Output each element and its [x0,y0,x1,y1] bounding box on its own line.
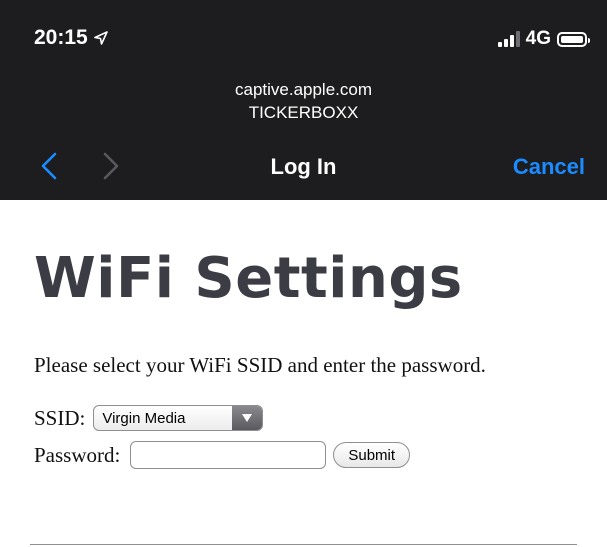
ssid-selected-value: Virgin Media [102,409,186,427]
dropdown-arrow-icon [232,406,263,430]
password-label: Password: [34,442,121,467]
page-heading: WiFi Settings [34,246,463,311]
location-arrow-icon [93,31,108,45]
ssid-label: SSID: [34,405,86,430]
password-row: Password: Submit [34,441,411,469]
instructions-text: Please select your WiFi SSID and enter t… [34,353,486,377]
signal-bars-icon [497,31,520,47]
status-time: 20:15 [34,26,108,50]
password-field[interactable] [130,441,327,469]
wifi-settings-page: WiFi Settings Please select your WiFi SS… [0,200,607,547]
network-type: 4G [525,28,551,49]
ssid-select[interactable]: Virgin Media [93,405,264,431]
ssid-row: SSID: Virgin Media [34,405,264,431]
browser-header: 20:15 4G captive.apple.com TICKERBOXX Lo… [0,0,607,200]
battery-icon [557,31,590,47]
cancel-button[interactable]: Cancel [513,154,585,180]
divider [30,544,577,545]
submit-button[interactable]: Submit [333,442,411,468]
page-host: TICKERBOXX [248,103,359,122]
status-indicators: 4G [497,28,590,50]
page-url: captive.apple.com [234,80,373,99]
time-text: 20:15 [34,26,88,49]
